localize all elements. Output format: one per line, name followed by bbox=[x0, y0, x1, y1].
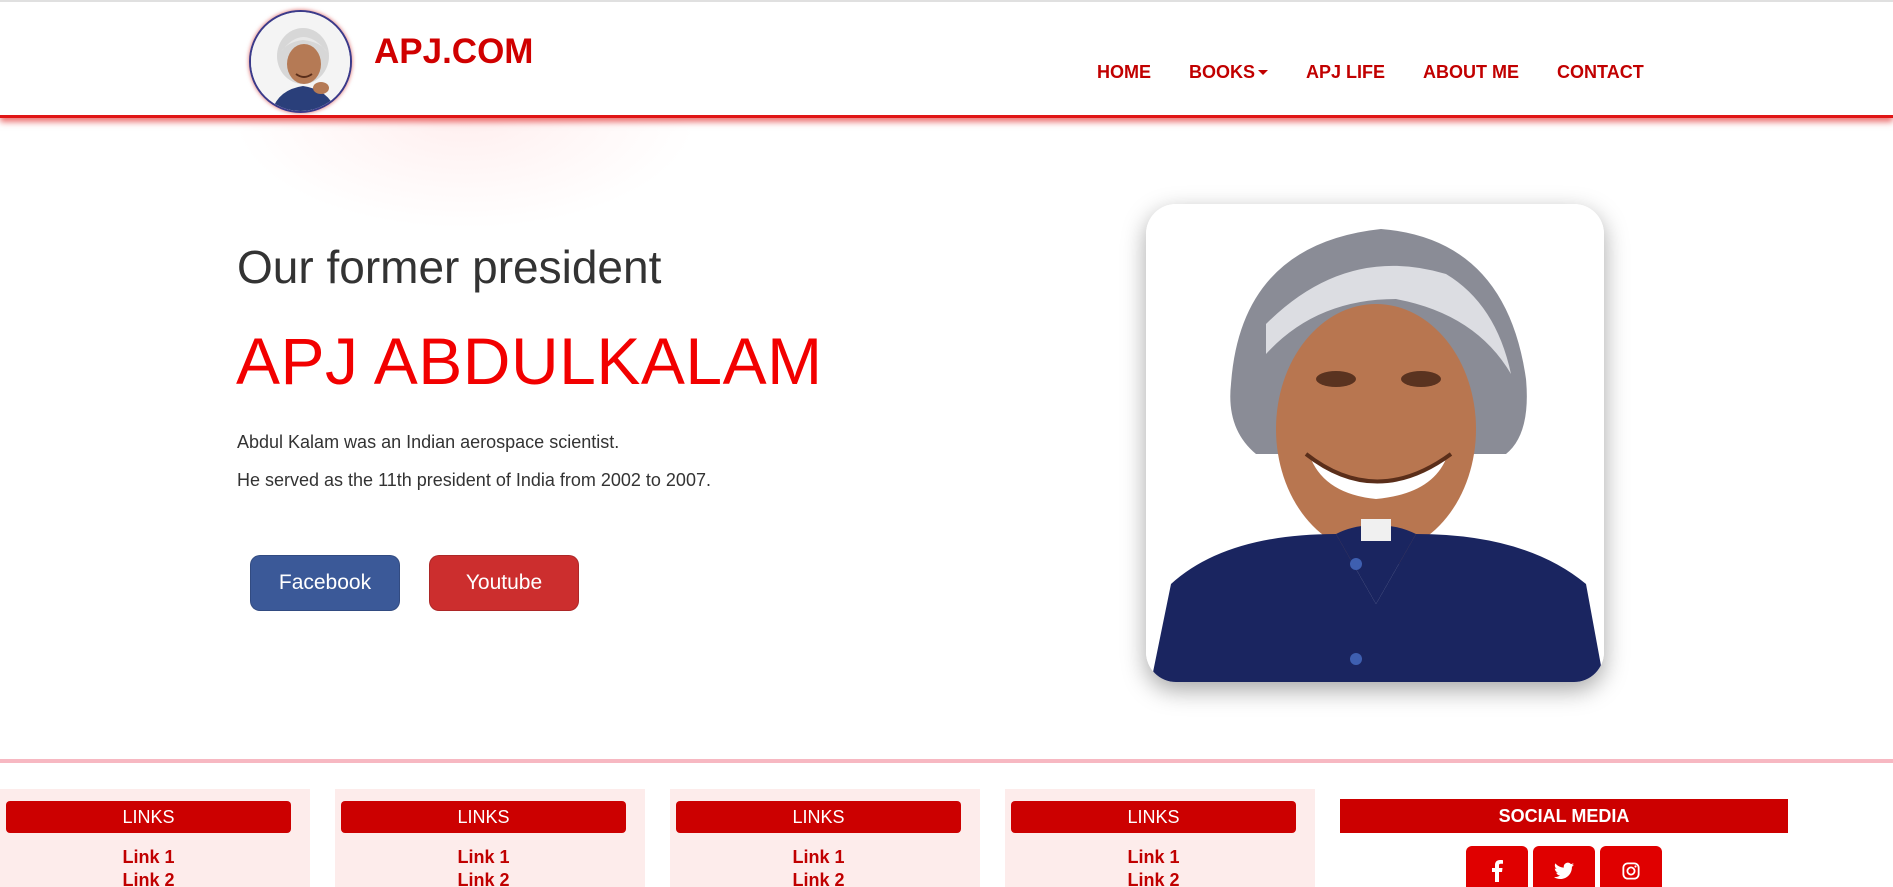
footer-link[interactable]: Link 1 bbox=[1005, 847, 1302, 868]
twitter-social-button[interactable] bbox=[1533, 846, 1595, 887]
nav-apj-life[interactable]: APJ LIFE bbox=[1306, 62, 1385, 83]
footer-link-column: LINKS Link 1 Link 2 bbox=[335, 789, 645, 887]
portrait-image bbox=[1146, 204, 1604, 682]
hero-description-line: Abdul Kalam was an Indian aerospace scie… bbox=[237, 432, 620, 452]
nav-books[interactable]: BOOKS bbox=[1189, 62, 1269, 83]
facebook-social-button[interactable] bbox=[1466, 846, 1528, 887]
footer-link[interactable]: Link 1 bbox=[335, 847, 632, 868]
hero-description-line: He served as the 11th president of India… bbox=[237, 470, 711, 490]
hero-subtitle: Our former president bbox=[237, 241, 662, 293]
main-nav: HOME BOOKS APJ LIFE ABOUT ME CONTACT bbox=[1097, 62, 1682, 83]
footer-link-column: LINKS Link 1 Link 2 bbox=[0, 789, 310, 887]
caret-down-icon bbox=[1258, 70, 1269, 75]
links-heading: LINKS bbox=[1011, 801, 1296, 833]
youtube-button[interactable]: Youtube bbox=[429, 555, 579, 611]
footer-link[interactable]: Link 2 bbox=[335, 870, 632, 887]
social-media-heading: SOCIAL MEDIA bbox=[1340, 799, 1788, 833]
links-heading: LINKS bbox=[6, 801, 291, 833]
footer-link[interactable]: Link 2 bbox=[670, 870, 967, 887]
twitter-icon bbox=[1554, 862, 1574, 879]
footer-link-column: LINKS Link 1 Link 2 bbox=[1005, 789, 1315, 887]
instagram-social-button[interactable] bbox=[1600, 846, 1662, 887]
nav-about-me[interactable]: ABOUT ME bbox=[1423, 62, 1519, 83]
footer-link[interactable]: Link 1 bbox=[0, 847, 297, 868]
footer-link[interactable]: Link 2 bbox=[0, 870, 297, 887]
apj-kalam-portrait-icon bbox=[251, 12, 350, 111]
navbar: APJ.COM HOME BOOKS APJ LIFE ABOUT ME CON… bbox=[0, 0, 1893, 118]
hero-title: APJ ABDULKALAM bbox=[236, 324, 823, 398]
logo-avatar[interactable] bbox=[249, 10, 352, 113]
footer-divider bbox=[0, 759, 1893, 763]
facebook-button[interactable]: Facebook bbox=[250, 555, 400, 611]
links-heading: LINKS bbox=[676, 801, 961, 833]
footer-link-column: LINKS Link 1 Link 2 bbox=[670, 789, 980, 887]
footer-link[interactable]: Link 1 bbox=[670, 847, 967, 868]
nav-contact[interactable]: CONTACT bbox=[1557, 62, 1644, 83]
instagram-icon bbox=[1622, 862, 1640, 880]
links-heading: LINKS bbox=[341, 801, 626, 833]
nav-home[interactable]: HOME bbox=[1097, 62, 1151, 83]
apj-kalam-photo bbox=[1146, 204, 1604, 682]
facebook-icon bbox=[1492, 860, 1503, 882]
brand-name[interactable]: APJ.COM bbox=[374, 32, 533, 72]
footer-link[interactable]: Link 2 bbox=[1005, 870, 1302, 887]
